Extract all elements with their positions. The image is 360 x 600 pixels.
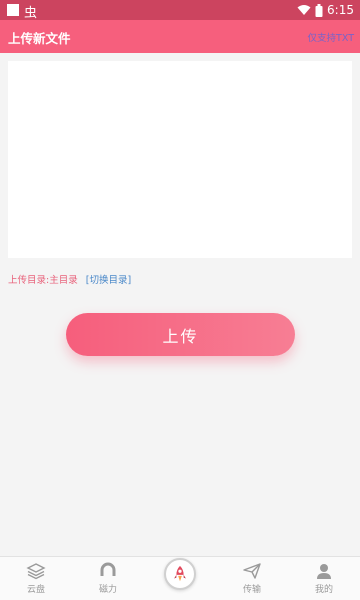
- bottom-nav: 云盘 磁力 传输 我的: [0, 556, 360, 600]
- magnet-icon: [100, 562, 116, 576]
- layers-icon: [26, 563, 46, 580]
- app-square-icon: [7, 4, 19, 16]
- app-bar: 上传新文件 仅支持TXT: [0, 20, 360, 53]
- wifi-icon: [297, 5, 311, 15]
- upload-button[interactable]: 上传: [66, 313, 295, 356]
- nav-label-transfer: 传输: [242, 585, 261, 595]
- switch-directory-link[interactable]: [切换目录]: [86, 275, 131, 286]
- txt-only-hint[interactable]: 仅支持TXT: [308, 30, 354, 44]
- rocket-icon: [174, 565, 186, 582]
- nav-item-magnet[interactable]: 磁力: [72, 557, 144, 600]
- rocket-fab[interactable]: [164, 558, 196, 590]
- nav-label-magnet: 磁力: [98, 585, 117, 595]
- page-title: 上传新文件: [8, 31, 71, 46]
- upload-directory-label: 上传目录:主目录: [8, 275, 78, 286]
- nav-item-me[interactable]: 我的: [288, 557, 360, 600]
- nav-item-transfer[interactable]: 传输: [216, 557, 288, 600]
- nav-label-cloud: 云盘: [26, 585, 45, 595]
- upload-directory-row: 上传目录:主目录 [切换目录]: [8, 272, 131, 286]
- battery-icon: [315, 3, 323, 17]
- paper-plane-icon: [243, 563, 261, 579]
- nav-item-rocket[interactable]: [144, 557, 216, 600]
- notification-bug-icon: 虫: [24, 6, 38, 21]
- nav-label-me: 我的: [314, 585, 333, 595]
- user-icon: [317, 564, 331, 579]
- nav-item-cloud[interactable]: 云盘: [0, 557, 72, 600]
- file-content-input[interactable]: [8, 61, 352, 258]
- status-bar: 虫 6:15: [0, 0, 360, 21]
- clock: 6:15: [327, 3, 354, 17]
